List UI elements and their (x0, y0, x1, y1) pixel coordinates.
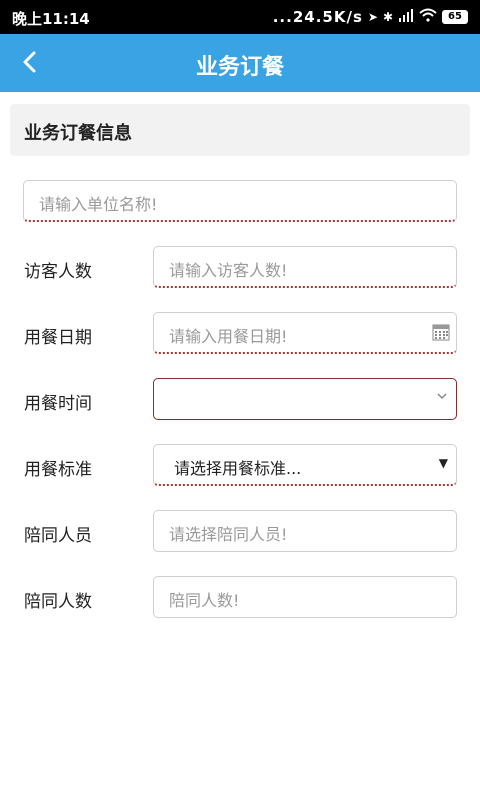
unit-name-placeholder: 请输入单位名称! (39, 195, 158, 214)
companion-count-placeholder: 陪同人数! (169, 591, 240, 610)
visitors-input[interactable]: 请输入访客人数! (153, 246, 457, 288)
companions-label: 陪同人员 (24, 526, 92, 546)
status-time: 晚上11:14 (12, 10, 90, 28)
section-title: 业务订餐信息 (24, 123, 132, 144)
section-header: 业务订餐信息 (10, 104, 470, 156)
meal-date-label: 用餐日期 (24, 328, 92, 348)
status-bar: 晚上11:14 ...24.5K/s ➤ ✱ 65 (0, 0, 480, 34)
companion-count-input[interactable]: 陪同人数! (153, 576, 457, 618)
meal-time-select[interactable] (153, 378, 457, 420)
visitors-placeholder: 请输入访客人数! (169, 261, 288, 280)
caret-down-icon: ▼ (438, 456, 448, 470)
meal-standard-value: 请选择用餐标准... (174, 459, 302, 478)
calendar-icon[interactable] (432, 323, 450, 341)
companions-input[interactable]: 请选择陪同人员! (153, 510, 457, 552)
chevron-down-icon (436, 390, 448, 405)
meal-standard-select[interactable]: 请选择用餐标准... ▼ (153, 444, 457, 486)
network-speed: ...24.5K/s (272, 8, 363, 26)
signal-icon (398, 8, 414, 26)
status-icons: ...24.5K/s ➤ ✱ 65 (273, 8, 468, 26)
unit-name-input[interactable]: 请输入单位名称! (23, 180, 457, 222)
location-icon: ➤ (367, 10, 378, 24)
meal-date-placeholder: 请输入用餐日期! (169, 327, 288, 346)
visitors-label: 访客人数 (24, 262, 92, 282)
companions-placeholder: 请选择陪同人员! (169, 525, 288, 544)
companion-count-label: 陪同人数 (24, 592, 92, 612)
meal-standard-label: 用餐标准 (24, 460, 92, 480)
bluetooth-icon: ✱ (382, 10, 393, 24)
battery-icon: 65 (442, 10, 468, 24)
page-title: 业务订餐 (195, 55, 284, 80)
meal-date-input[interactable]: 请输入用餐日期! (153, 312, 457, 354)
meal-time-label: 用餐时间 (24, 394, 92, 414)
wifi-icon (419, 8, 437, 26)
title-bar: 业务订餐 (0, 34, 480, 92)
